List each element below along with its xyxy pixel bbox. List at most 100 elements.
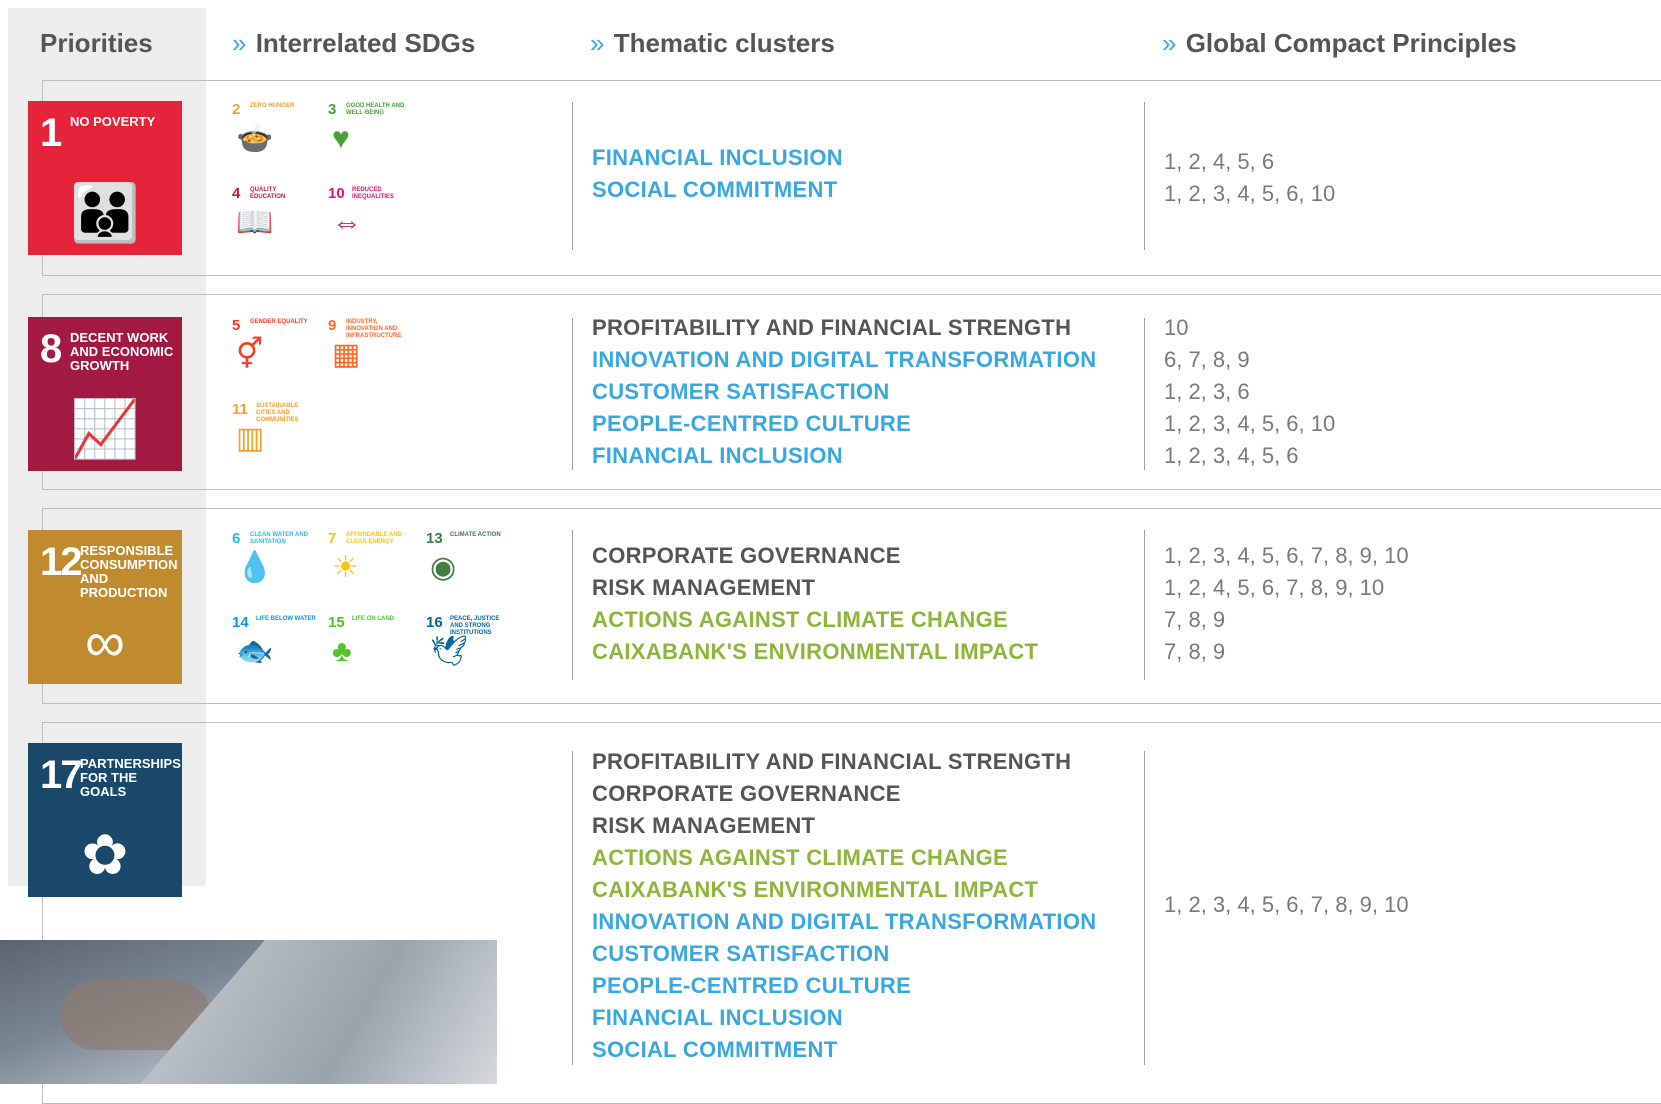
related-sdg-label: LIFE ON LAND [352, 616, 394, 622]
water-drop-icon: 💧 [236, 551, 274, 584]
related-sdg-number: 14 [232, 614, 249, 631]
city-icon: ▥ [236, 422, 265, 455]
principles-item: 1, 2, 3, 4, 5, 6, 10 [1164, 411, 1336, 436]
chevron-right-icon: » [232, 28, 247, 58]
principles-list: 1, 2, 3, 4, 5, 6, 7, 8, 9, 10 1, 2, 4, 5,… [1164, 540, 1409, 668]
thematic-cluster-item: PROFITABILITY AND FINANCIAL STRENGTH [592, 749, 1072, 774]
sdg-1-tile: 1 NO POVERTY 👪 [28, 101, 182, 255]
thematic-cluster-item: SOCIAL COMMITMENT [592, 177, 838, 202]
related-sdg-label: QUALITY EDUCATION [250, 187, 286, 200]
divider [1144, 530, 1145, 680]
thematic-cluster-list: PROFITABILITY AND FINANCIAL STRENGTH INNO… [592, 312, 1096, 472]
sdg-8-tile: 8 DECENT WORK AND ECONOMIC GROWTH 📈 [28, 317, 182, 471]
sun-icon: ☀ [332, 551, 359, 584]
thematic-cluster-item: CUSTOMER SATISFACTION [592, 379, 890, 404]
fish-icon: 🐟 [236, 635, 274, 668]
principles-item: 10 [1164, 315, 1189, 340]
related-sdg-6: 6 CLEAN WATER AND SANITATION 💧 [232, 530, 308, 594]
book-icon: 📖 [236, 206, 274, 239]
thematic-cluster-item: PEOPLE-CENTRED CULTURE [592, 973, 912, 998]
thematic-cluster-list: FINANCIAL INCLUSION SOCIAL COMMITMENT [592, 142, 843, 206]
related-sdg-5: 5 GENDER EQUALITY ⚥ [232, 317, 308, 381]
sdg-number: 1 [40, 111, 62, 155]
thematic-cluster-item: RISK MANAGEMENT [592, 575, 816, 600]
related-sdg-label: SUSTAINABLE CITIES AND COMMUNITIES [256, 403, 299, 423]
sdg-12-tile: 12 RESPONSIBLE CONSUMPTION AND PRODUCTION… [28, 530, 182, 684]
related-sdg-15: 15 LIFE ON LAND ♣ [328, 614, 398, 678]
related-sdg-number: 7 [328, 530, 337, 547]
principles-item: 1, 2, 3, 6 [1164, 379, 1250, 404]
related-sdg-label: GENDER EQUALITY [250, 319, 308, 325]
header-priorities: Priorities [40, 28, 153, 58]
heartbeat-icon: ♥ [332, 122, 350, 155]
thematic-cluster-item: ACTIONS AGAINST CLIMATE CHANGE [592, 607, 1008, 632]
related-sdg-number: 5 [232, 317, 241, 334]
related-sdg-number: 16 [426, 614, 443, 631]
sdg-title: PARTNERSHIPS FOR THE GOALS [80, 756, 181, 799]
thematic-cluster-item: INNOVATION AND DIGITAL TRANSFORMATION [592, 347, 1097, 372]
sdg-title: DECENT WORK AND ECONOMIC GROWTH [70, 330, 174, 373]
principles-item: 1, 2, 3, 4, 5, 6 [1164, 443, 1299, 468]
related-sdg-14: 14 LIFE BELOW WATER 🐟 [232, 614, 316, 678]
chevron-right-icon: » [590, 28, 605, 58]
header-thematic-clusters: » Thematic clusters [590, 28, 835, 58]
related-sdg-4: 4 QUALITY EDUCATION 📖 [232, 185, 302, 249]
principles-item: 7, 8, 9 [1164, 639, 1226, 664]
thematic-cluster-item: PEOPLE-CENTRED CULTURE [592, 411, 912, 436]
principles-item: 7, 8, 9 [1164, 607, 1226, 632]
related-sdg-number: 2 [232, 101, 241, 118]
divider [1144, 751, 1145, 1065]
related-sdg-10: 10 REDUCED INEQUALITIES ⇔ [328, 185, 398, 249]
related-sdg-number: 10 [328, 185, 345, 202]
divider [572, 751, 573, 1065]
sdg-number: 8 [40, 327, 62, 371]
related-sdg-9: 9 INDUSTRY, INNOVATION AND INFRASTRUCTURE… [328, 317, 401, 381]
related-sdg-label: GOOD HEALTH AND WELL-BEING [346, 103, 405, 116]
related-sdg-label: CLEAN WATER AND SANITATION [250, 532, 308, 545]
principles-list: 10 6, 7, 8, 9 1, 2, 3, 6 1, 2, 3, 4, 5, 6, … [1164, 312, 1335, 472]
thematic-cluster-item: ACTIONS AGAINST CLIMATE CHANGE [592, 845, 1008, 870]
rings-icon: ✿ [81, 823, 129, 886]
sdg-number: 12 [40, 540, 82, 584]
divider [572, 102, 573, 250]
eye-globe-icon: ◉ [430, 551, 457, 584]
thematic-cluster-item: CAIXABANK'S ENVIRONMENTAL IMPACT [592, 639, 1039, 664]
thematic-cluster-list: PROFITABILITY AND FINANCIAL STRENGTH CORP… [592, 746, 1096, 1066]
bowl-icon: 🍲 [236, 122, 274, 155]
principles-list: 1, 2, 3, 4, 5, 6, 7, 8, 9, 10 [1164, 889, 1409, 921]
principles-item: 1, 2, 4, 5, 6, 7, 8, 9, 10 [1164, 575, 1385, 600]
growth-chart-icon: 📈 [70, 397, 140, 460]
related-sdg-13: 13 CLIMATE ACTION ◉ [426, 530, 501, 594]
infinity-icon: ∞ [85, 610, 125, 673]
tree-icon: ♣ [332, 635, 352, 668]
related-sdg-number: 15 [328, 614, 345, 631]
divider [1144, 318, 1145, 470]
principles-list: 1, 2, 4, 5, 6 1, 2, 3, 4, 5, 6, 10 [1164, 146, 1335, 210]
related-sdg-number: 11 [232, 401, 248, 418]
sdg-17-tile: 17 PARTNERSHIPS FOR THE GOALS ✿ [28, 743, 182, 897]
related-sdg-number: 3 [328, 101, 337, 118]
related-sdg-number: 6 [232, 530, 241, 547]
sdg-title: NO POVERTY [70, 114, 156, 129]
divider [572, 530, 573, 680]
thematic-cluster-item: RISK MANAGEMENT [592, 813, 816, 838]
thematic-cluster-item: PROFITABILITY AND FINANCIAL STRENGTH [592, 315, 1072, 340]
dove-icon: 🕊 [430, 635, 469, 668]
related-sdg-11: 11 SUSTAINABLE CITIES AND COMMUNITIES ▥ [232, 401, 302, 465]
related-sdg-2: 2 ZERO HUNGER 🍲 [232, 101, 302, 165]
cubes-icon: ▦ [332, 338, 361, 371]
thematic-cluster-list: CORPORATE GOVERNANCE RISK MANAGEMENT ACTIO… [592, 540, 1038, 668]
thematic-cluster-item: FINANCIAL INCLUSION [592, 1005, 843, 1030]
chevron-right-icon: » [1162, 28, 1177, 58]
thematic-cluster-item: CUSTOMER SATISFACTION [592, 941, 890, 966]
divider [572, 318, 573, 470]
photo-laptop-hands [0, 940, 497, 1084]
thematic-cluster-item: CORPORATE GOVERNANCE [592, 781, 901, 806]
related-sdg-label: REDUCED INEQUALITIES [352, 187, 395, 200]
divider [1144, 102, 1145, 250]
sdg-title: RESPONSIBLE CONSUMPTION AND PRODUCTION [80, 543, 178, 600]
thematic-cluster-item: FINANCIAL INCLUSION [592, 145, 843, 170]
related-sdg-label: LIFE BELOW WATER [256, 616, 316, 622]
related-sdg-number: 13 [426, 530, 443, 547]
related-sdg-label: AFFORDABLE AND CLEAN ENERGY [346, 532, 402, 545]
